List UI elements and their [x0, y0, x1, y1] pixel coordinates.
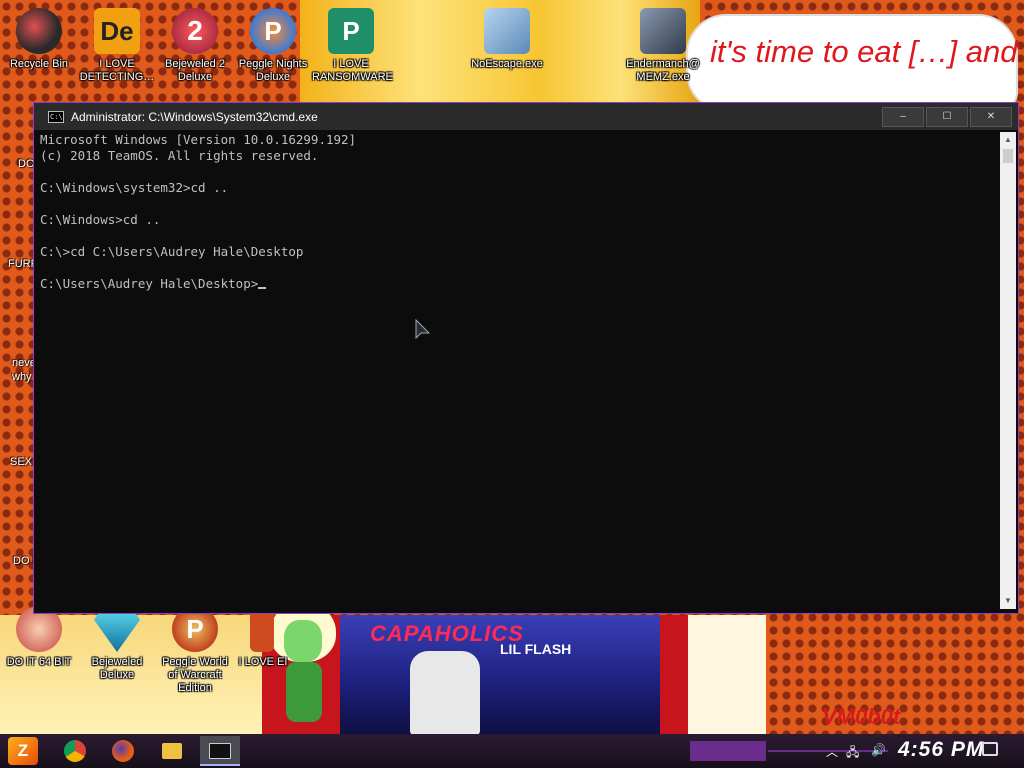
- cmd-app-icon[interactable]: C:\: [48, 110, 64, 123]
- console-prompt: C:\Users\Audrey Hale\Desktop>: [40, 276, 259, 291]
- chrome-icon: [64, 740, 86, 762]
- cmd-titlebar[interactable]: C:\ Administrator: C:\Windows\System32\c…: [34, 103, 1018, 130]
- console-line: C:\Windows>cd ..: [40, 212, 161, 227]
- desktop-icon-detecting[interactable]: De I LOVE DETECTING…: [78, 8, 156, 84]
- desktop-icon-i-love-ei[interactable]: I LOVE EI: [232, 606, 294, 669]
- taskbar-clock[interactable]: 4:56 PM: [898, 738, 984, 762]
- desktop-icon-label: Bejeweled Deluxe: [91, 656, 143, 681]
- peggle-icon: P: [250, 8, 296, 54]
- desktop-icon-ransomware[interactable]: P I LOVE RANSOMWARE: [312, 8, 393, 84]
- action-center-icon[interactable]: [982, 742, 998, 756]
- text-cursor: [258, 287, 267, 289]
- side-icon-label-sex[interactable]: SEX: [10, 456, 32, 469]
- taskbar-decoration: [690, 741, 766, 761]
- desktop-icon-peggle-wow[interactable]: P Peggle World of Warcraft Edition: [156, 606, 234, 695]
- desktop-icon-label: Recycle Bin: [9, 58, 69, 70]
- show-hidden-icons-chevron-icon[interactable]: ︿: [826, 743, 838, 760]
- bejeweled-icon: 2: [172, 8, 218, 54]
- desktop-icon-bejeweled-2[interactable]: 2 Bejeweled 2 Deluxe: [156, 8, 234, 84]
- cmd-window[interactable]: C:\ Administrator: C:\Windows\System32\c…: [33, 102, 1019, 614]
- taskbar-chrome[interactable]: [55, 736, 95, 766]
- wallpaper-speech-bubble: it's time to eat […] and die and chew: [686, 14, 1024, 112]
- close-button[interactable]: ✕: [970, 107, 1012, 127]
- network-icon[interactable]: 🖧: [846, 743, 859, 764]
- vertical-scrollbar[interactable]: ▲ ▼: [1000, 132, 1016, 609]
- desktop-icon-label: Peggle World of Warcraft Edition: [162, 656, 228, 694]
- wallpaper-album-cover: CAPAHOLICS LIL FLASH: [340, 615, 665, 735]
- console-line: C:\>cd C:\Users\Audrey Hale\Desktop: [40, 244, 304, 259]
- publisher-icon: P: [328, 8, 374, 54]
- minimize-button[interactable]: –: [882, 107, 924, 127]
- album-figure: [410, 651, 480, 735]
- album-artist: LIL FLASH: [500, 641, 572, 657]
- firefox-icon: [112, 740, 134, 762]
- desktop-icon-noescape[interactable]: NoEscape.exe: [468, 8, 546, 71]
- console-line: C:\Windows\system32>cd ..: [40, 180, 229, 195]
- desktop-icon-memz[interactable]: Endermanch@ MEMZ.exe: [624, 8, 702, 84]
- memz-icon: [640, 8, 686, 54]
- scroll-up-arrow-icon[interactable]: ▲: [1000, 132, 1016, 148]
- desktop-icon-bejeweled-deluxe[interactable]: Bejeweled Deluxe: [78, 606, 156, 682]
- folder-icon: [162, 743, 182, 759]
- start-button[interactable]: Z: [8, 737, 38, 765]
- desktop-icon-label: Bejeweled 2 Deluxe: [165, 58, 225, 83]
- character-body: [286, 662, 322, 722]
- scroll-down-arrow-icon[interactable]: ▼: [1000, 593, 1016, 609]
- desktop-icon-label: Peggle Nights Deluxe: [238, 58, 308, 83]
- wallpaper-panel-red-2: [660, 615, 690, 735]
- recycle-bin-icon: [16, 8, 62, 54]
- desktop-icon-label: DO IT 64 BIT: [6, 656, 72, 668]
- desktop-icon-label: NoEscape.exe: [471, 58, 543, 70]
- console-prompt-line[interactable]: C:\Users\Audrey Hale\Desktop>: [40, 276, 998, 292]
- scrollbar-thumb[interactable]: [1003, 149, 1013, 163]
- desktop-icon-recycle-bin[interactable]: Recycle Bin: [0, 8, 78, 71]
- console-output[interactable]: Microsoft Windows [Version 10.0.16299.19…: [40, 132, 998, 609]
- detective-app-icon: De: [94, 8, 140, 54]
- console-line: (c) 2018 TeamOS. All rights reserved.: [40, 148, 319, 163]
- console-line: Microsoft Windows [Version 10.0.16299.19…: [40, 132, 357, 147]
- noescape-icon: [484, 8, 530, 54]
- taskbar-file-explorer[interactable]: [153, 736, 193, 766]
- desktop-icon-peggle-nights[interactable]: P Peggle Nights Deluxe: [234, 8, 312, 84]
- taskbar-firefox[interactable]: [103, 736, 143, 766]
- window-controls: – ☐ ✕: [880, 107, 1012, 127]
- maximize-button[interactable]: ☐: [926, 107, 968, 127]
- side-icon-label-why[interactable]: why: [12, 371, 32, 384]
- taskbar: Z ︿ 🖧 🔊 4:56 PM: [0, 734, 1024, 768]
- cmd-title: Administrator: C:\Windows\System32\cmd.e…: [71, 109, 318, 124]
- desktop-icon-label: Endermanch@ MEMZ.exe: [626, 58, 700, 83]
- desktop-icon-do-it-64-bit[interactable]: DO IT 64 BIT: [0, 606, 78, 669]
- speech-bubble-text: it's time to eat […] and die and chew: [710, 34, 1024, 69]
- wallpaper-brand: VM0b0t: [822, 704, 901, 729]
- wallpaper-panel-white: [688, 615, 766, 735]
- desktop-icon-label: I LOVE DETECTING…: [79, 58, 155, 83]
- desktop-icon-label: I LOVE RANSOMWARE: [312, 58, 393, 83]
- desktop-icon-label: I LOVE EI: [238, 656, 288, 668]
- taskbar-cmd[interactable]: [200, 736, 240, 766]
- cmd-icon: [209, 743, 231, 759]
- volume-icon[interactable]: 🔊: [871, 743, 886, 757]
